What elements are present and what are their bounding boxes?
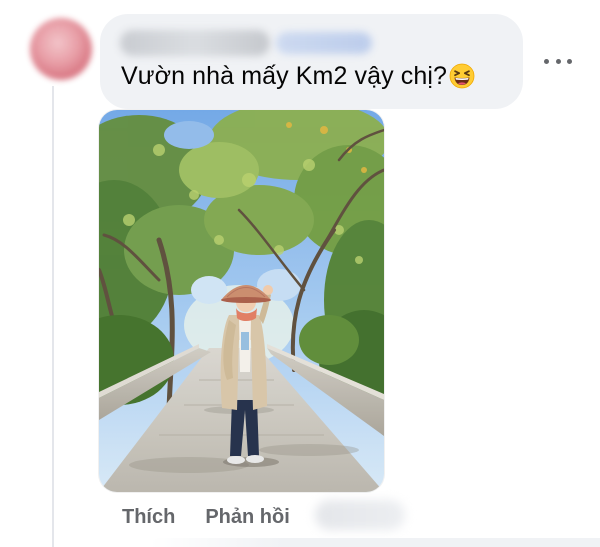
grinning-squinting-face-icon — [449, 63, 475, 89]
comment-thread: Vườn nhà mấy Km2 vậy chị? Thích Phản hồi — [0, 0, 600, 547]
blurred-timestamp — [315, 500, 405, 530]
blurred-author-tag[interactable] — [276, 32, 372, 54]
garden-path-photo — [99, 110, 384, 492]
next-comment-edge — [150, 538, 600, 547]
like-button[interactable]: Thích — [122, 506, 175, 529]
comment-photo[interactable] — [99, 110, 384, 492]
avatar[interactable] — [30, 18, 92, 80]
more-dot-icon — [544, 58, 549, 64]
more-dot-icon — [567, 58, 572, 64]
comment-actions: Thích Phản hồi — [122, 504, 290, 530]
more-dot-icon — [555, 58, 561, 64]
comment-bubble: Vườn nhà mấy Km2 vậy chị? — [100, 14, 523, 109]
thread-connector-line — [52, 86, 54, 547]
comment-text: Vườn nhà mấy Km2 vậy chị? — [121, 62, 448, 90]
comment-text-line: Vườn nhà mấy Km2 vậy chị? — [121, 62, 475, 91]
reply-button[interactable]: Phản hồi — [205, 506, 289, 529]
more-options-button[interactable] — [544, 55, 572, 67]
blurred-author-name[interactable] — [120, 30, 270, 56]
